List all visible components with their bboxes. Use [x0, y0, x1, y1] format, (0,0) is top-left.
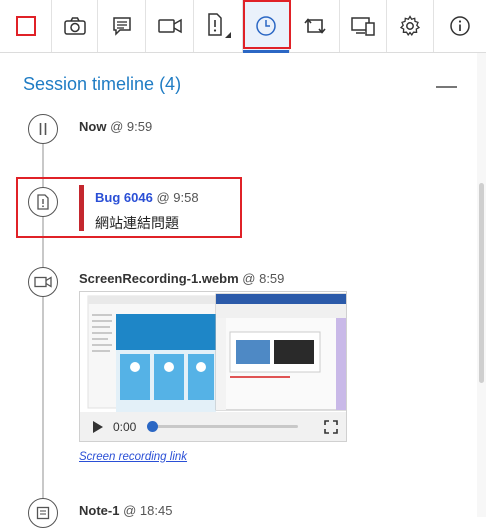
stop-session-button[interactable]: [0, 0, 52, 52]
stop-session-icon: [15, 16, 36, 36]
fullscreen-icon[interactable]: [324, 420, 338, 434]
bug-severity-bar: [79, 185, 84, 231]
toolbar: [0, 0, 486, 53]
bug-icon: [208, 13, 231, 38]
entry-recording-time: @ 8:59: [242, 271, 285, 286]
video-controls: 0:00: [80, 412, 346, 441]
video-seek-handle[interactable]: [147, 421, 158, 432]
screen-recording-link[interactable]: Screen recording link: [79, 451, 187, 463]
settings-button[interactable]: [387, 0, 434, 52]
create-bug-button[interactable]: [194, 0, 243, 52]
devices-button[interactable]: [340, 0, 387, 52]
video-icon: [157, 18, 182, 34]
entry-note-header: Note-1 @ 18:45: [79, 503, 172, 518]
entry-recording-header: ScreenRecording-1.webm @ 8:59: [79, 271, 284, 286]
entry-now-header: Now @ 9:59: [79, 119, 152, 134]
play-icon[interactable]: [92, 420, 104, 434]
entry-bug-header: Bug 6046 @ 9:58: [95, 190, 199, 205]
video-icon: [34, 276, 52, 288]
recording-entry-marker: [28, 267, 58, 297]
video-time: 0:00: [113, 420, 137, 434]
pause-icon: [39, 123, 47, 135]
bug-icon: [37, 194, 49, 210]
video-seekbar[interactable]: [152, 425, 298, 428]
collapse-button[interactable]: [436, 86, 457, 88]
bug-title: 網站連結問題: [95, 215, 179, 231]
info-icon: [450, 16, 470, 36]
scrollbar-thumb[interactable]: [479, 183, 484, 383]
timeline-button[interactable]: [243, 0, 290, 53]
pause-button[interactable]: [28, 114, 58, 144]
clock-icon: [256, 16, 276, 36]
entry-bug-time: @ 9:58: [156, 190, 199, 205]
about-button[interactable]: [434, 0, 486, 52]
entry-now-name: Now: [79, 119, 107, 134]
note-icon: [112, 17, 131, 36]
device-icon: [351, 17, 375, 36]
add-note-button[interactable]: [98, 0, 146, 52]
timeline-title: Session timeline (4): [23, 74, 182, 94]
video-player[interactable]: 0:00: [79, 291, 347, 442]
video-thumbnail: [80, 292, 346, 412]
entry-note-time: @ 18:45: [123, 503, 173, 518]
note-name: Note-1: [79, 503, 120, 518]
bug-link[interactable]: Bug 6046: [95, 190, 153, 205]
note-entry-marker: [28, 498, 58, 528]
session-loop-button[interactable]: [290, 0, 340, 52]
entry-now-time: @ 9:59: [110, 119, 153, 134]
scrollbar[interactable]: [477, 53, 486, 517]
capture-screenshot-button[interactable]: [52, 0, 98, 52]
note-icon: [36, 506, 50, 520]
camera-icon: [63, 17, 86, 35]
gear-icon: [399, 15, 421, 37]
bug-entry-marker: [28, 187, 58, 217]
loop-icon: [303, 18, 326, 34]
recording-name: ScreenRecording-1.webm: [79, 271, 239, 286]
record-screen-button[interactable]: [146, 0, 194, 52]
